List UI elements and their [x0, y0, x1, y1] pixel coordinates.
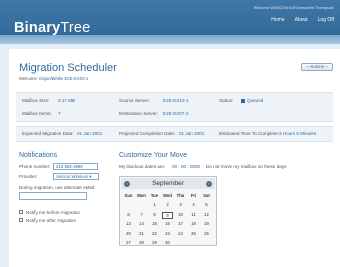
calendar-day[interactable]: 29 [149, 240, 160, 245]
phone-label: Phone number: [19, 164, 51, 169]
destination-server-label: Destination Server: [119, 111, 159, 116]
submit-button[interactable]: —Submit— [301, 63, 333, 71]
calendar-day[interactable]: 22 [149, 231, 160, 236]
expected-date-value: 01 Jan 2001 [77, 131, 103, 136]
calendar-day[interactable]: 21 [136, 231, 147, 236]
phone-input[interactable]: 212-882-4880 [53, 163, 98, 170]
calendar-day[interactable]: 14 [136, 221, 147, 226]
mailbox-items-label: Mailbox Items: [22, 111, 52, 116]
calendar-day[interactable]: 15 [149, 221, 160, 226]
next-month-icon[interactable]: › [206, 180, 212, 187]
status-label: Status: [219, 98, 234, 103]
source-server-label: Source Server: [119, 98, 150, 103]
nav-home-link[interactable]: Home [271, 17, 284, 23]
alternate-email-input[interactable] [19, 192, 87, 200]
top-nav: Home About Log Off [271, 17, 334, 23]
calendar-day[interactable]: 25 [188, 231, 199, 236]
estimated-time-value: 3 Hours 5 Minutes [279, 131, 317, 136]
calendar-header: ‹ September › [121, 178, 215, 189]
calendar-day[interactable]: 12 [201, 212, 212, 217]
calendar-day[interactable]: 3 [175, 202, 186, 207]
calendar-weekday-header: Thu [176, 193, 185, 198]
notify-before-checkbox[interactable] [19, 210, 23, 214]
calendar-day[interactable]: 5 [201, 202, 212, 207]
expected-date-label: Expected Migration Date: [22, 131, 74, 136]
estimated-time-label: Estimated Time To Complete: [219, 131, 279, 136]
calendar-day[interactable]: 20 [123, 231, 134, 236]
calendar-day[interactable]: 8 [149, 212, 160, 217]
notify-after-checkbox[interactable] [19, 218, 23, 222]
status-indicator-icon [241, 98, 245, 103]
mailbox-size-label: Mailbox Size: [22, 98, 50, 103]
projected-date-label: Projected Completion Date: [119, 131, 176, 136]
calendar-day[interactable]: 26 [201, 231, 212, 236]
calendar-day[interactable]: 23 [162, 231, 173, 236]
header-bar: BinaryTree Welcome WDNGTAHOE\Vensworth T… [0, 0, 340, 44]
welcome-user-text: Welcome WDNGTAHOE\Vensworth Thompson! [253, 6, 334, 10]
projected-date-value: 01 Jan 2001 [179, 131, 205, 136]
status-value: Queued [247, 98, 264, 103]
provider-select[interactable]: Verizon Wireless ▾ [53, 173, 99, 180]
blackout-note: Do not move my mailbox on these days [206, 164, 287, 169]
calendar-weekday-header: Sun [124, 193, 133, 198]
calendar-weekday-header: Tue [150, 193, 159, 198]
calendar-day[interactable]: 18 [188, 221, 199, 226]
calendar-day[interactable]: 24 [175, 231, 186, 236]
alternate-email-label: During migration, use alternate eMail: [19, 185, 96, 190]
notify-after-label: Notify me after migration [26, 218, 77, 223]
calendar-day[interactable]: 30 [162, 240, 173, 245]
chevron-down-icon: ▾ [89, 174, 92, 179]
calendar-month: September [152, 180, 184, 187]
calendar-day[interactable]: 1 [149, 202, 160, 207]
notify-before-label: Notify me before migration [26, 210, 80, 215]
calendar-weekday-header: Wed [163, 193, 172, 198]
welcome-mailbox-line: Welcome: Dajon/Bihike E2E-EX03-1 [19, 76, 89, 81]
calendar-day[interactable]: 27 [123, 240, 134, 245]
source-server-value: E2E-EX10-1 [163, 98, 189, 103]
mailbox-items-value: 7 [58, 111, 61, 116]
calendar-day[interactable]: 11 [188, 212, 199, 217]
page-title: Migration Scheduler [19, 62, 117, 74]
blackout-calendar: ‹ September › Sun Mon Tue Wed Thu Fri Sat 1 2 3 4 5… [119, 176, 217, 246]
calendar-day[interactable]: 13 [123, 221, 134, 226]
calendar-day[interactable]: 6 [123, 212, 134, 217]
calendar-day[interactable]: 16 [162, 221, 173, 226]
calendar-weekday-header: Fri [190, 193, 197, 198]
calendar-day[interactable]: 17 [175, 221, 186, 226]
blackout-dates-value[interactable]: 00 : 00 : 0000 [172, 164, 200, 169]
calendar-day[interactable]: 10 [175, 212, 186, 217]
calendar-day[interactable]: 4 [188, 202, 199, 207]
calendar-day[interactable]: 28 [136, 240, 147, 245]
calendar-day[interactable]: 9 [162, 211, 173, 219]
calendar-weekday-header: Sat [203, 193, 210, 198]
mailbox-size-value: 0.17 MB [58, 98, 76, 103]
calendar-day[interactable]: 7 [136, 212, 147, 217]
calendar-weekday-header: Mon [137, 193, 146, 198]
nav-logoff-link[interactable]: Log Off [318, 17, 334, 23]
calendar-day[interactable]: 19 [201, 221, 212, 226]
app-logo: BinaryTree [14, 20, 91, 36]
nav-about-link[interactable]: About [295, 17, 308, 23]
calendar-day[interactable]: 2 [162, 202, 173, 207]
provider-label: Provider: [19, 174, 38, 179]
mailbox-info-panel [16, 92, 333, 122]
notifications-heading: Notifications [19, 152, 58, 159]
destination-server-value: E2E-EX07-2 [163, 111, 189, 116]
customize-heading: Customize Your Move [119, 152, 188, 159]
blackout-label: My blackout dates are: [119, 164, 166, 169]
